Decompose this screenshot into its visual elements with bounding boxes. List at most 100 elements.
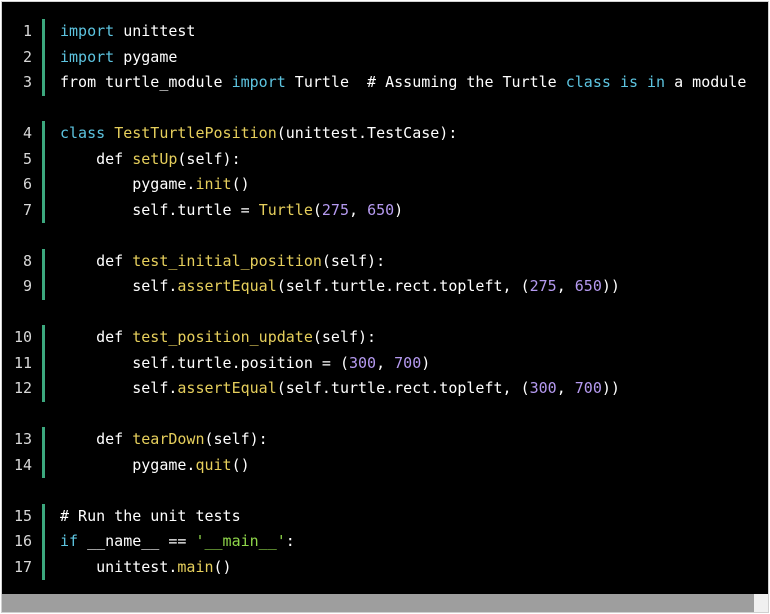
code-token: 275: [529, 277, 557, 295]
line-number: 9: [22, 277, 32, 295]
code-token: setUp: [132, 149, 178, 168]
code-text: def test_position_update(self):: [60, 325, 376, 351]
code-token: def: [60, 328, 133, 346]
code-token: test_position_update: [132, 328, 313, 346]
code-line: 10 def test_position_update(self):: [2, 325, 768, 351]
code-text: self.assertEqual(self.turtle.rect.toplef…: [60, 274, 620, 300]
code-token: self.: [60, 277, 178, 295]
code-text: def tearDown(self):: [60, 427, 268, 453]
code-token: pygame: [114, 47, 178, 66]
code-token: (self):: [321, 251, 386, 270]
code-line: 16 if __name__ == '__main__':: [2, 529, 768, 555]
code-token: main: [177, 557, 214, 576]
code-token: test_initial_position: [132, 251, 322, 270]
code-token: quit: [195, 455, 232, 474]
code-token: (unittest.TestCase):: [276, 124, 458, 142]
code-line: 17 unittest.main(): [2, 555, 768, 581]
line-number: 7: [22, 200, 32, 219]
code-token: (self.turtle.rect.topleft, (: [276, 379, 530, 397]
code-token: ): [421, 353, 431, 372]
line-number: 12: [13, 379, 32, 397]
line-number: 3: [22, 73, 32, 91]
code-token: (): [231, 175, 250, 193]
code-token: )): [601, 379, 620, 397]
code-line: 15 # Run the unit tests: [2, 504, 768, 530]
code-token: :: [285, 532, 295, 550]
code-line: 11 self.turtle.position = (300, 700): [2, 351, 768, 377]
code-text: # Run the unit tests: [60, 504, 241, 530]
code-token: 700: [574, 379, 602, 397]
code-token: unittest: [114, 22, 196, 40]
code-line: 3 from turtle_module import Turtle # Assu…: [2, 70, 768, 96]
code-token: import: [231, 73, 286, 91]
code-token: in: [647, 73, 666, 91]
line-number: 4: [22, 124, 32, 142]
code-token: Turtle: [258, 200, 313, 219]
code-token: ,: [556, 379, 575, 397]
code-token: self.turtle =: [60, 200, 259, 219]
line-number: 6: [22, 175, 32, 193]
code-token: 650: [367, 200, 395, 219]
code-token: (): [213, 557, 232, 576]
code-area: 1 import unittest 2 import pygame 3 from turt…: [2, 19, 768, 592]
line-number: 10: [13, 328, 32, 346]
code-token: ,: [556, 277, 575, 295]
code-token: ,: [349, 200, 368, 219]
horizontal-scrollbar[interactable]: [2, 594, 768, 612]
code-token: self.: [60, 379, 178, 397]
code-token: assertEqual: [177, 277, 277, 295]
code-token: def: [60, 430, 133, 448]
code-token: 300: [529, 379, 557, 397]
code-token: a module: [665, 73, 747, 91]
code-text: self.assertEqual(self.turtle.rect.toplef…: [60, 376, 620, 402]
line-number: 1: [22, 22, 32, 40]
code-text: import unittest: [60, 19, 195, 45]
code-text: import pygame: [60, 45, 177, 71]
code-line: 13 def tearDown(self):: [2, 427, 768, 453]
code-line: 5 def setUp(self):: [2, 147, 768, 173]
code-text: def test_initial_position(self):: [60, 249, 385, 275]
code-line: 14 pygame.quit(): [2, 453, 768, 479]
code-token: 275: [321, 200, 349, 219]
code-token: )): [601, 277, 620, 295]
code-text: self.turtle.position = (300, 700): [60, 351, 430, 377]
code-token: is: [619, 73, 638, 91]
line-number: 16: [13, 532, 32, 550]
code-text: self.turtle = Turtle(275, 650): [60, 198, 403, 224]
code-token: __name__ ==: [78, 532, 196, 550]
code-token: class: [565, 73, 611, 91]
code-token: class: [60, 124, 106, 142]
code-token: Turtle # Assuming the Turtle: [285, 73, 566, 91]
code-line: 7 self.turtle = Turtle(275, 650): [2, 198, 768, 224]
line-number: 5: [22, 149, 32, 168]
line-number: 17: [13, 557, 32, 576]
code-token: 650: [574, 277, 602, 295]
code-line: 4 class TestTurtlePosition(unittest.TestC…: [2, 121, 768, 147]
line-number: 15: [13, 506, 32, 525]
code-text: pygame.init(): [60, 172, 250, 198]
code-token: assertEqual: [177, 379, 277, 397]
code-text: if __name__ == '__main__':: [60, 529, 295, 555]
code-token: 700: [394, 353, 422, 372]
code-text: unittest.main(): [60, 555, 232, 581]
code-token: tearDown: [132, 430, 205, 448]
line-number: 2: [22, 47, 32, 66]
code-line: 1 import unittest: [2, 19, 768, 45]
code-token: TestTurtlePosition: [114, 124, 277, 142]
line-number: 11: [13, 353, 32, 372]
scrollbar-thumb[interactable]: [2, 594, 754, 612]
code-text: def setUp(self):: [60, 147, 241, 173]
code-token: def: [60, 251, 133, 270]
code-token: import: [60, 22, 115, 40]
code-token: (): [231, 455, 250, 474]
line-number: 8: [22, 251, 32, 270]
line-number: 13: [13, 430, 32, 448]
code-line: 2 import pygame: [2, 45, 768, 71]
code-token: (self):: [204, 430, 268, 448]
code-line: 9 self.assertEqual(self.turtle.rect.topl…: [2, 274, 768, 300]
code-token: from turtle_module: [60, 73, 232, 91]
code-text: from turtle_module import Turtle # Assum…: [60, 70, 746, 96]
code-token: pygame.: [60, 175, 196, 193]
